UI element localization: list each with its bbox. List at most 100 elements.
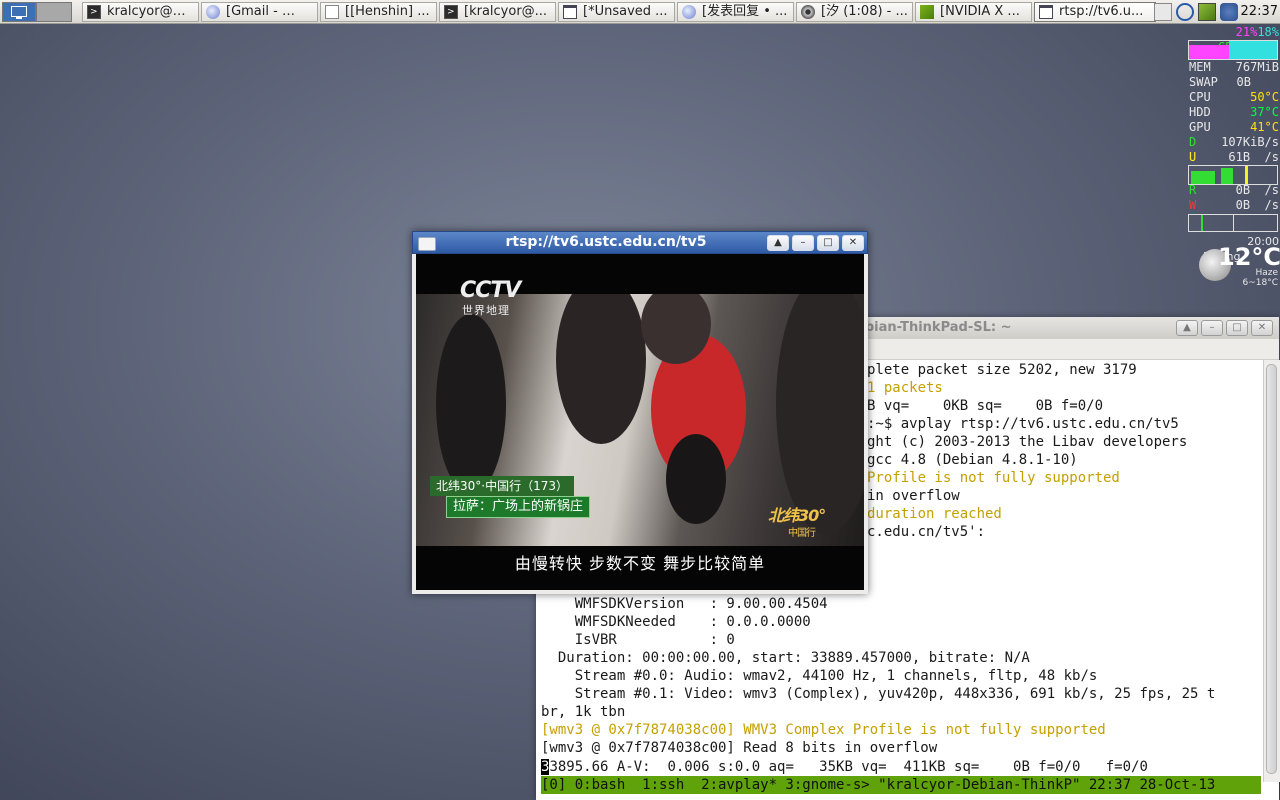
disk-write-label: W (1189, 198, 1197, 212)
terminal-line: duration reached (867, 506, 1002, 522)
firefox-icon (682, 5, 696, 19)
task-label: [[Henshin] ... (345, 4, 430, 19)
task-button[interactable]: rtsp://tv6.u... (1034, 2, 1156, 22)
network-icon[interactable] (1220, 3, 1238, 21)
shade-button[interactable]: ▲ (1176, 320, 1198, 336)
disk-read-label: R (1189, 183, 1197, 197)
terminal-line: c.edu.cn/tv5': (867, 524, 986, 540)
terminal-title: ebian-ThinkPad-SL: ~ (856, 320, 1012, 335)
cpu-usage-value: 21%18% (1235, 25, 1279, 39)
media-player-icon (801, 5, 815, 19)
firefox-icon (206, 5, 220, 19)
terminal-line: plete packet size 5202, new 3179 (867, 362, 1137, 378)
player-title: rtsp://tv6.ustc.edu.cn/tv5 (505, 234, 707, 250)
player-titlebar[interactable]: rtsp://tv6.ustc.edu.cn/tv5 ▲ – □ ✕ (412, 231, 868, 254)
disk-graph (1188, 214, 1278, 232)
cpu-graph (1188, 40, 1278, 60)
weather-desc: Haze (1255, 268, 1278, 278)
task-label: [*Unsaved ... (583, 4, 668, 19)
search-icon[interactable] (1176, 3, 1194, 21)
terminal-line: gcc 4.8 (Debian 4.8.1-10) (867, 452, 1078, 468)
document-icon (325, 5, 339, 19)
maximize-button[interactable]: □ (1226, 320, 1248, 336)
hdd-temp-label: HDD (1189, 105, 1211, 119)
window-icon (563, 5, 577, 19)
terminal-line: in overflow (867, 488, 960, 504)
terminal-line: Stream #0.0: Audio: wmav2, 44100 Hz, 1 c… (541, 668, 1098, 684)
terminal-line: B vq= 0KB sq= 0B f=0/0 (867, 398, 1104, 414)
task-label: [汐 (1:08) - ... (821, 4, 908, 19)
gpu-temp-value: 41°C (1250, 120, 1279, 134)
terminal-line: ght (c) 2003-2013 the Libav developers (867, 434, 1188, 450)
player-close-button[interactable]: ✕ (842, 235, 864, 251)
terminal-icon (87, 3, 101, 21)
swap-value: 0B (1236, 75, 1251, 89)
tmux-status-bar: [0] 0:bash 1:ssh 2:avplay* 3:gnome-s> "k… (541, 776, 1261, 794)
task-button[interactable]: [[Henshin] ... (320, 2, 437, 22)
player-maximize-button[interactable]: □ (817, 235, 839, 251)
task-label: [发表回复 • ... (702, 4, 788, 19)
weather-range: 6~18°C (1242, 278, 1278, 288)
download-label: D (1189, 135, 1197, 149)
cctv-logo: CCTV (460, 278, 521, 303)
hdd-temp-value: 37°C (1250, 105, 1279, 119)
disk-write-value: 0B /s (1235, 198, 1279, 212)
terminal-line: WMFSDKNeeded : 0.0.0.0000 (541, 614, 811, 630)
terminal-line: 1 packets (867, 380, 943, 396)
swap-label: SWAP (1189, 75, 1218, 89)
network-graph (1188, 165, 1278, 185)
terminal-line: WMFSDKVersion : 9.00.00.4504 (541, 596, 828, 612)
program-title: 拉萨：广场上的新锅庄 (446, 496, 591, 518)
system-monitor-widget: CPU 21%18% MEM767MiB SWAP0B CPU50°C HDD3… (1186, 24, 1280, 294)
task-label: [Gmail - … (226, 4, 295, 19)
task-label: [kralcyor@... (464, 4, 548, 19)
corner-logo-sub: 中国行 (788, 528, 816, 539)
minimize-button[interactable]: – (1201, 320, 1223, 336)
weather-temp: 12°C (1218, 243, 1280, 271)
clock[interactable]: 22:37 (1241, 0, 1278, 24)
nvidia-settings-icon[interactable] (1198, 3, 1216, 21)
terminal-line: br, 1k tbn (541, 704, 626, 720)
terminal-line: :~$ avplay rtsp://tv6.ustc.edu.cn/tv5 (867, 416, 1179, 432)
terminal-scrollbar[interactable] (1263, 360, 1280, 782)
cpu-temp-value: 50°C (1250, 90, 1279, 104)
terminal-line: Duration: 00:00:00.00, start: 33889.4570… (541, 650, 1030, 666)
task-button[interactable]: [*Unsaved ... (558, 2, 675, 22)
upload-label: U (1189, 150, 1197, 164)
top-panel: kralcyor@… [Gmail - … [[Henshin] ... [kralc… (0, 0, 1280, 24)
corner-logo: 北纬30° (768, 506, 826, 525)
workspace-2-button[interactable] (36, 2, 72, 22)
video-frame[interactable]: CCTV 世界地理 北纬30°·中国行（173） 拉萨：广场上的新锅庄 北纬30… (416, 254, 864, 590)
task-button[interactable]: [汐 (1:08) - ... (796, 2, 913, 22)
video-player-window[interactable]: rtsp://tv6.ustc.edu.cn/tv5 ▲ – □ ✕ CCTV … (412, 231, 868, 594)
task-label: kralcyor@… (107, 4, 186, 19)
workspace-1-button[interactable] (2, 2, 36, 22)
nvidia-icon (920, 5, 934, 19)
terminal-icon (444, 3, 458, 21)
upload-value: 61B /s (1228, 150, 1279, 164)
mem-value: 767MiB (1235, 60, 1279, 74)
task-button[interactable]: [发表回复 • ... (677, 2, 794, 22)
channel-subtitle: 世界地理 (462, 304, 510, 317)
mem-label: MEM (1189, 60, 1211, 74)
task-button[interactable]: [Gmail - … (201, 2, 318, 22)
desktop-icon (11, 6, 27, 19)
terminal-line: Stream #0.1: Video: wmv3 (Complex), yuv4… (541, 686, 1216, 702)
player-minimize-button[interactable]: – (792, 235, 814, 251)
task-button[interactable]: [NVIDIA X ... (915, 2, 1032, 22)
scrollbar-thumb[interactable] (1266, 364, 1277, 774)
terminal-line: [wmv3 @ 0x7f7874038c00] WMV3 Complex Pro… (541, 722, 1106, 738)
terminal-line: IsVBR : 0 (541, 632, 735, 648)
player-shade-button[interactable]: ▲ (767, 235, 789, 251)
keyboard-icon[interactable] (1154, 3, 1172, 21)
task-button[interactable]: kralcyor@… (82, 2, 199, 22)
terminal-line: [wmv3 @ 0x7f7874038c00] Read 8 bits in o… (541, 740, 938, 756)
download-value: 107KiB/s (1221, 135, 1279, 149)
window-icon (1039, 5, 1053, 19)
close-button[interactable]: ✕ (1251, 320, 1273, 336)
video-subtitle: 由慢转快 步数不变 舞步比较简单 (514, 554, 766, 573)
program-tag: 北纬30°·中国行（173） (430, 476, 574, 496)
task-label: [NVIDIA X ... (940, 4, 1020, 19)
cpu-temp-label: CPU (1189, 90, 1211, 104)
task-button[interactable]: [kralcyor@... (439, 2, 556, 22)
